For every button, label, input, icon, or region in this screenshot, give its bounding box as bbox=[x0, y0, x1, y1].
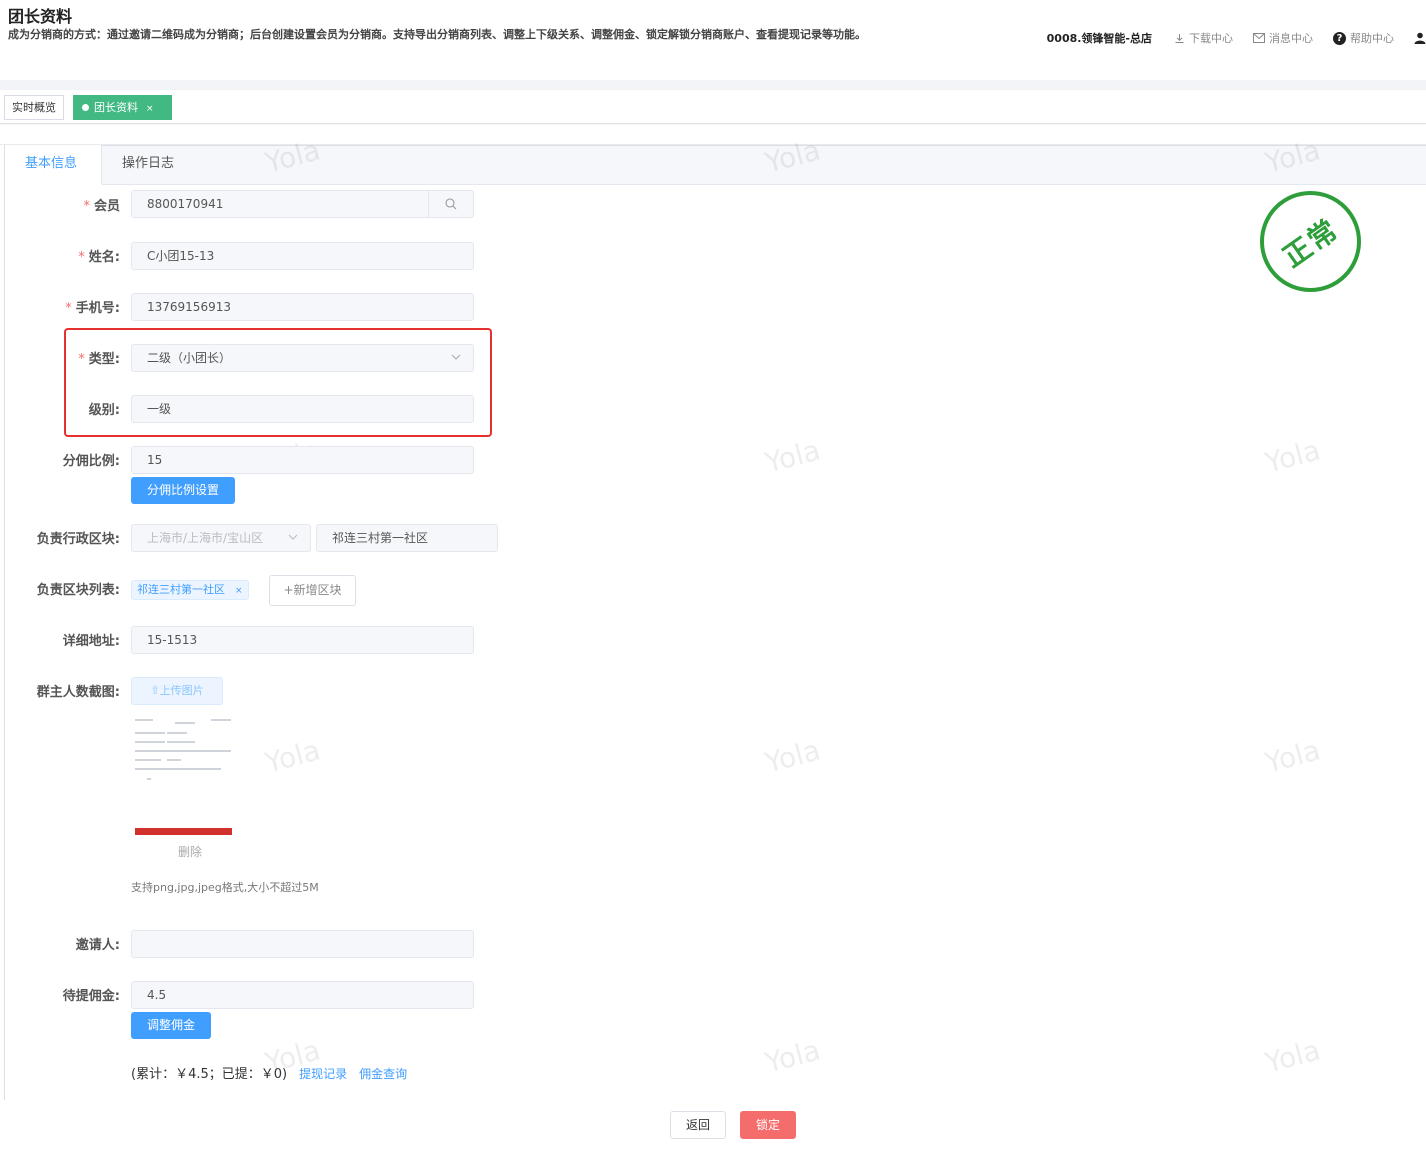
pending-commission-label: 待提佣金: bbox=[62, 989, 120, 1004]
region-tag[interactable]: 祁连三村第一社区 × bbox=[131, 580, 249, 600]
pending-commission-field[interactable]: 4.5 bbox=[131, 981, 474, 1009]
required-mark: * bbox=[83, 199, 90, 214]
required-mark: * bbox=[78, 352, 85, 367]
phone-label-text: 手机号: bbox=[75, 301, 120, 316]
type-label-text: 类型: bbox=[88, 352, 120, 367]
member-label: * 会员 bbox=[0, 195, 120, 214]
help-center-link[interactable]: ? 帮助中心 bbox=[1333, 30, 1394, 46]
member-search-button[interactable] bbox=[428, 191, 473, 217]
tab-operation-log[interactable]: 操作日志 bbox=[102, 145, 194, 185]
status-stamp: 正常 bbox=[1260, 191, 1361, 292]
status-stamp-text: 正常 bbox=[1277, 212, 1346, 274]
inviter-label: 邀请人: bbox=[75, 938, 120, 953]
required-mark: * bbox=[65, 301, 72, 316]
mail-icon bbox=[1253, 33, 1265, 43]
upload-hint: 支持png,jpg,jpeg格式,大小不超过5M bbox=[131, 881, 319, 894]
download-center-link[interactable]: 下载中心 bbox=[1174, 30, 1233, 46]
member-value: 8800170941 bbox=[147, 197, 224, 211]
commission-summary-text: (累计：￥4.5；已提：￥0) bbox=[131, 1067, 288, 1082]
commission-summary: (累计：￥4.5；已提：￥0) 提现记录 佣金查询 bbox=[131, 1063, 407, 1082]
header-divider bbox=[0, 80, 1426, 90]
name-label-text: 姓名: bbox=[88, 250, 120, 265]
page-description: 成为分销商的方式：通过邀请二维码成为分销商；后台创建设置会员为分销商。支持导出分… bbox=[8, 28, 866, 41]
required-mark: * bbox=[78, 250, 85, 265]
ratio-label: 分佣比例: bbox=[62, 454, 120, 469]
lock-button[interactable]: 锁定 bbox=[740, 1111, 796, 1139]
address-label: 详细地址: bbox=[62, 634, 120, 649]
ratio-field[interactable]: 15 bbox=[131, 446, 474, 474]
active-dot-icon bbox=[82, 104, 89, 111]
region-list-label: 负责区块列表: bbox=[36, 583, 120, 598]
tag-active-label: 团长资料 bbox=[94, 101, 138, 114]
region-cascader[interactable]: 上海市/上海市/宝山区 bbox=[131, 524, 311, 552]
level-field[interactable]: 一级 bbox=[131, 395, 474, 423]
commission-query-link[interactable]: 佣金查询 bbox=[359, 1067, 407, 1081]
header-toolbar: 0008.领锋智能-总店 下载中心 消息中心 ? 帮助中心 bbox=[1047, 28, 1426, 48]
content-divider bbox=[0, 125, 1426, 145]
download-icon bbox=[1175, 33, 1184, 43]
screenshot-thumbnail[interactable] bbox=[131, 715, 235, 840]
upload-image-button[interactable]: ⇧上传图片 bbox=[131, 677, 223, 705]
region-tag-label: 祁连三村第一社区 bbox=[137, 583, 225, 596]
screenshot-label: 群主人数截图: bbox=[36, 685, 120, 700]
help-center-label: 帮助中心 bbox=[1350, 32, 1394, 45]
close-icon[interactable]: × bbox=[235, 586, 243, 596]
type-value: 二级（小团长） bbox=[147, 351, 232, 365]
search-icon bbox=[445, 198, 457, 210]
name-field[interactable]: C小团15-13 bbox=[131, 242, 474, 270]
close-icon[interactable]: × bbox=[146, 104, 154, 114]
phone-field[interactable]: 13769156913 bbox=[131, 293, 474, 321]
message-center-link[interactable]: 消息中心 bbox=[1253, 30, 1313, 46]
download-center-label: 下载中心 bbox=[1189, 32, 1233, 45]
withdraw-records-link[interactable]: 提现记录 bbox=[299, 1067, 347, 1081]
adjust-commission-button[interactable]: 调整佣金 bbox=[131, 1012, 211, 1039]
address-field[interactable]: 15-1513 bbox=[131, 626, 474, 654]
page-header: 团长资料 成为分销商的方式：通过邀请二维码成为分销商；后台创建设置会员为分销商。… bbox=[0, 0, 1426, 80]
message-center-label: 消息中心 bbox=[1269, 32, 1313, 45]
tags-view: 实时概览 团长资料 × bbox=[0, 90, 1426, 124]
chevron-down-icon bbox=[288, 534, 298, 540]
type-select[interactable]: 二级（小团长） bbox=[131, 344, 474, 372]
phone-label: * 手机号: bbox=[0, 297, 120, 316]
inviter-field[interactable] bbox=[131, 930, 474, 958]
ratio-settings-button[interactable]: 分佣比例设置 bbox=[131, 477, 235, 504]
region-select-value: 上海市/上海市/宝山区 bbox=[147, 531, 264, 545]
add-region-button[interactable]: +新增区块 bbox=[269, 575, 356, 606]
store-name[interactable]: 0008.领锋智能-总店 bbox=[1047, 30, 1152, 46]
member-field[interactable]: 8800170941 bbox=[131, 190, 474, 218]
user-icon[interactable] bbox=[1414, 32, 1426, 44]
name-label: * 姓名: bbox=[0, 246, 120, 265]
tab-header: 基本信息 操作日志 bbox=[5, 145, 1426, 185]
tab-basic-info[interactable]: 基本信息 bbox=[5, 145, 102, 185]
tag-overview[interactable]: 实时概览 bbox=[4, 95, 64, 120]
chevron-down-icon bbox=[451, 354, 461, 360]
delete-image-link[interactable]: 删除 bbox=[178, 843, 202, 860]
member-label-text: 会员 bbox=[93, 199, 120, 214]
back-button[interactable]: 返回 bbox=[670, 1111, 726, 1139]
region-community-field[interactable]: 祁连三村第一社区 bbox=[316, 524, 498, 552]
tag-leader-profile[interactable]: 团长资料 × bbox=[73, 95, 172, 120]
page-title: 团长资料 bbox=[8, 7, 73, 26]
type-label: * 类型: bbox=[0, 348, 120, 367]
region-label: 负责行政区块: bbox=[36, 532, 120, 547]
help-icon: ? bbox=[1333, 31, 1346, 45]
level-label: 级别: bbox=[88, 403, 120, 418]
